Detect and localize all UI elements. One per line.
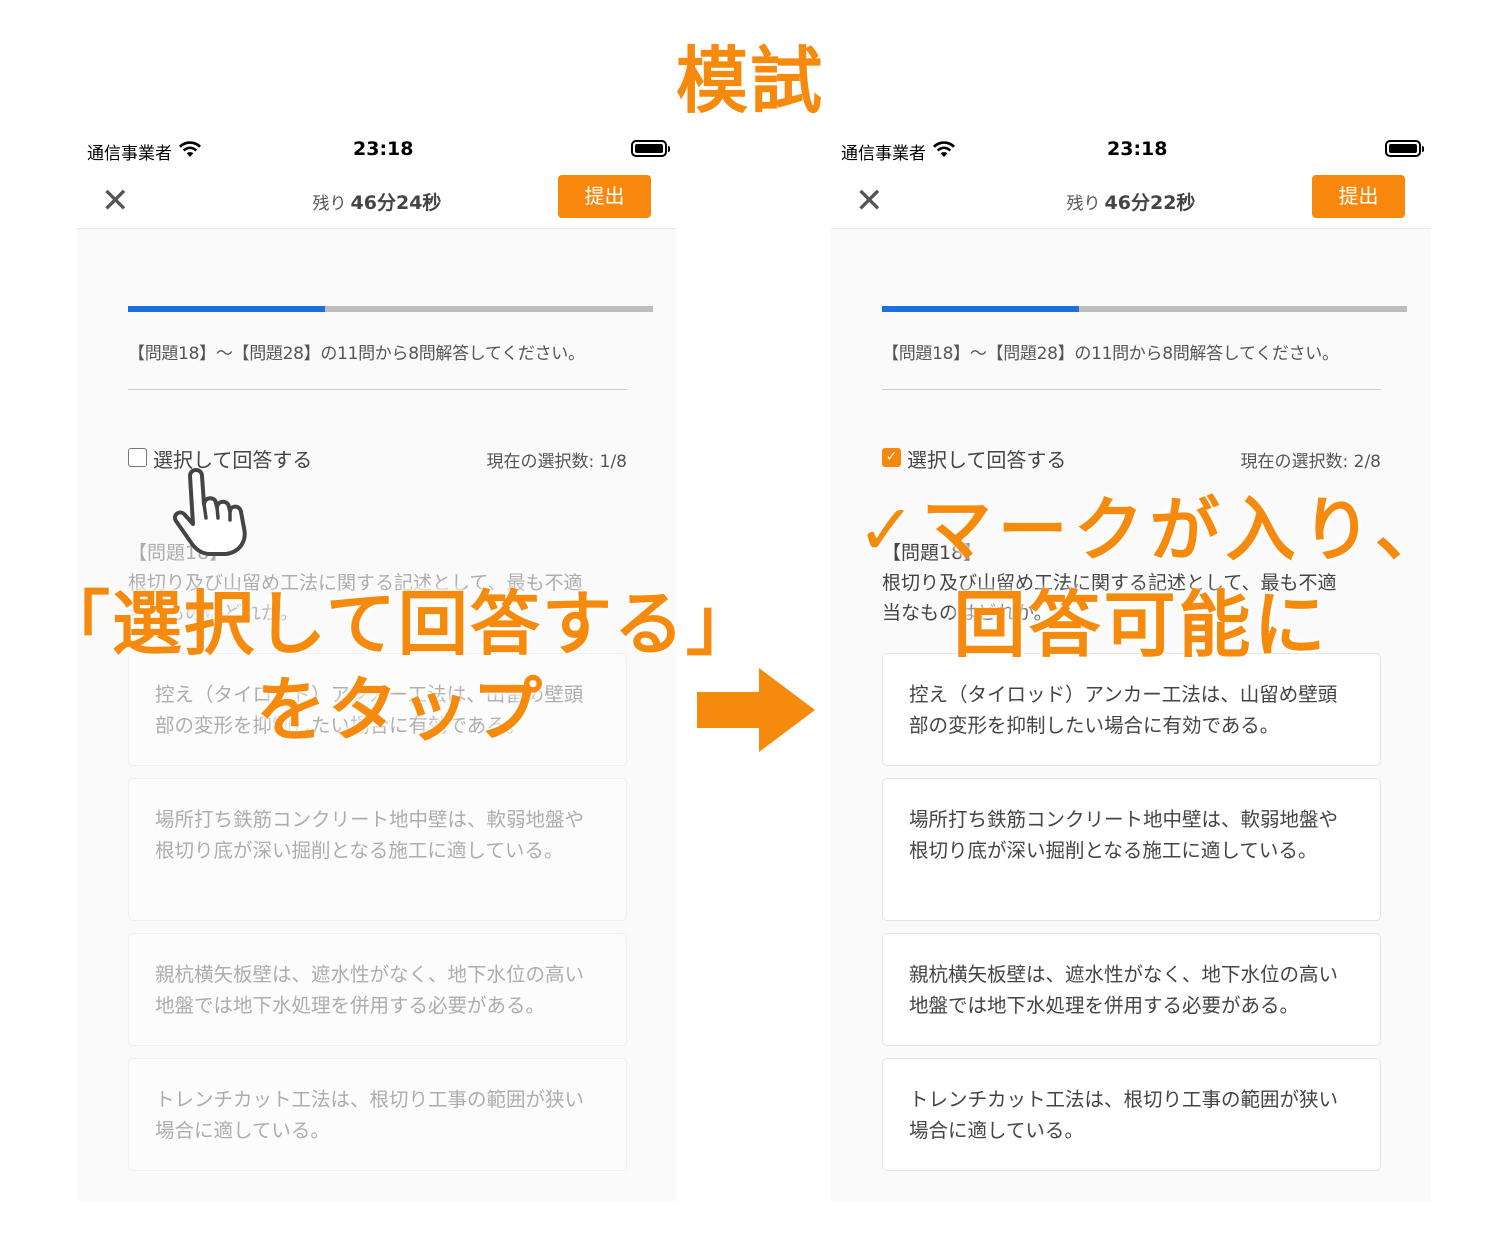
choice-option[interactable]: 場所打ち鉄筋コンクリート地中壁は、軟弱地盤や根切り底が深い掘削となる施工に適して…	[128, 778, 627, 921]
choice-option[interactable]: トレンチカット工法は、根切り工事の範囲が狭い場合に適している。	[882, 1058, 1381, 1171]
choice-option[interactable]: 場所打ち鉄筋コンクリート地中壁は、軟弱地盤や根切り底が深い掘削となる施工に適して…	[882, 778, 1381, 921]
submit-button[interactable]: 提出	[1312, 175, 1405, 218]
choice-option[interactable]: 親杭横矢板壁は、遮水性がなく、地下水位の高い地盤では地下水処理を併用する必要があ…	[882, 933, 1381, 1046]
timer-prefix: 残り	[1066, 194, 1101, 214]
status-bar: 通信事業者 23:18	[831, 128, 1431, 173]
annotation-result-line2: 回答可能に	[953, 583, 1329, 667]
status-time: 23:18	[1107, 138, 1168, 160]
progress-bar	[128, 306, 653, 312]
status-bar: 通信事業者 23:18	[77, 128, 677, 173]
progress-fill	[882, 306, 1079, 312]
select-checkbox[interactable]	[128, 448, 147, 467]
select-label[interactable]: 選択して回答する	[907, 444, 1066, 473]
selection-count: 現在の選択数: 2/8	[1240, 452, 1382, 472]
nav-bar: ✕ 残り 46分24秒 提出	[77, 173, 677, 229]
submit-button[interactable]: 提出	[558, 175, 651, 218]
status-time: 23:18	[353, 138, 414, 160]
instruction-text: 【問題18】〜【問題28】の11問から8問解答してください。	[882, 344, 1339, 364]
timer-value: 46分22秒	[1104, 192, 1196, 214]
battery-icon	[631, 140, 670, 157]
choice-option[interactable]: 親杭横矢板壁は、遮水性がなく、地下水位の高い地盤では地下水処理を併用する必要があ…	[128, 933, 627, 1046]
page-title: 模試	[675, 39, 824, 123]
select-to-answer-row[interactable]: ✓ 選択して回答する 現在の選択数: 2/8	[882, 444, 1381, 472]
timer-value: 46分24秒	[350, 192, 442, 214]
annotation-tap-instruction-line2: をタップ	[256, 669, 544, 751]
annotation-result: ✓マークが入り、	[857, 489, 1451, 571]
battery-icon	[1385, 140, 1424, 157]
progress-bar	[882, 306, 1407, 312]
pointer-hand-icon	[173, 468, 247, 556]
progress-fill	[128, 306, 325, 312]
timer-prefix: 残り	[312, 194, 347, 214]
instruction-text: 【問題18】〜【問題28】の11問から8問解答してください。	[128, 344, 585, 364]
divider	[128, 389, 627, 390]
nav-bar: ✕ 残り 46分22秒 提出	[831, 173, 1431, 229]
choice-option[interactable]: トレンチカット工法は、根切り工事の範囲が狭い場合に適している。	[128, 1058, 627, 1171]
divider	[882, 389, 1381, 390]
selection-count: 現在の選択数: 1/8	[486, 452, 628, 472]
select-checkbox[interactable]: ✓	[882, 448, 901, 467]
arrow-right-icon	[697, 668, 815, 752]
